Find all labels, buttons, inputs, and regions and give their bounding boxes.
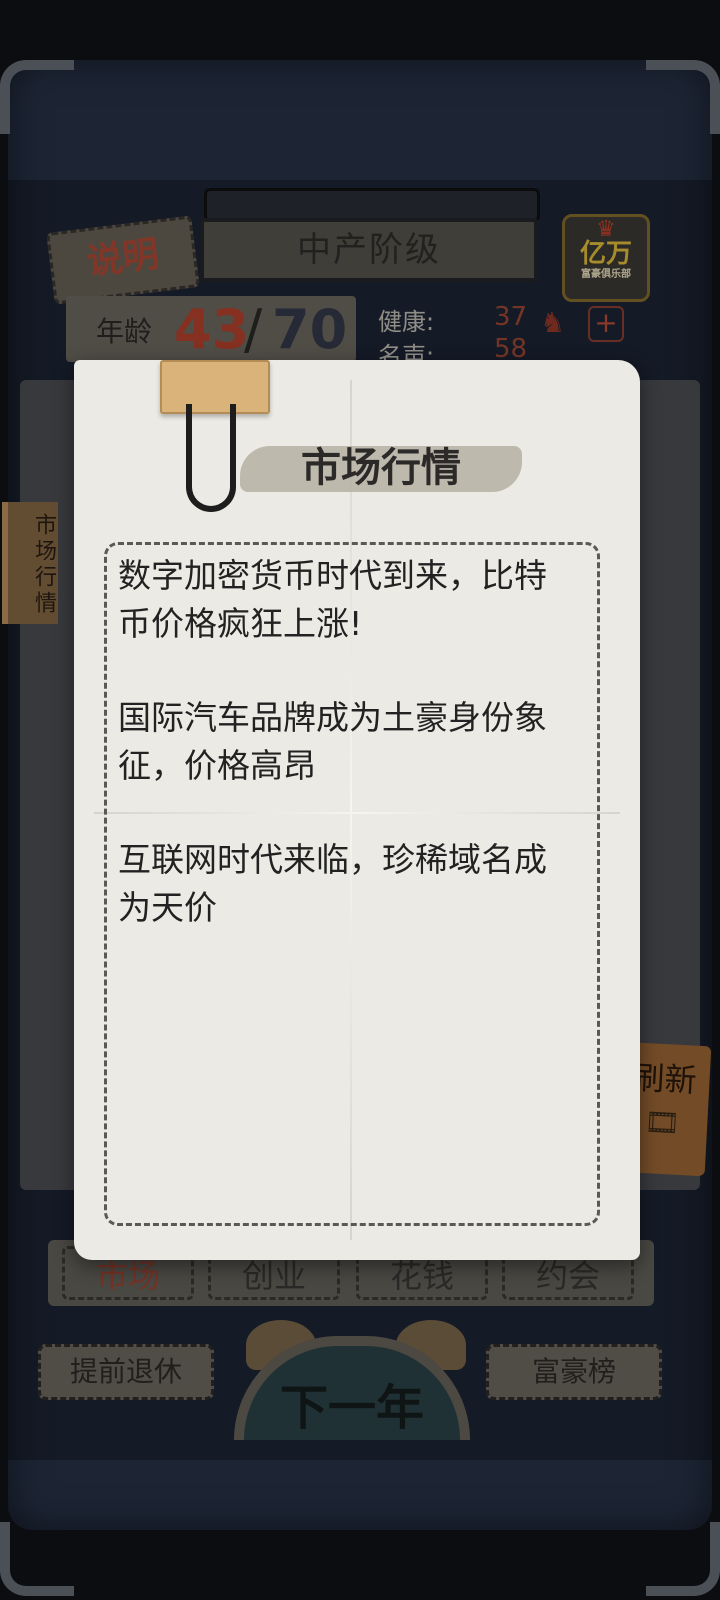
news-item: 互联网时代来临，珍稀域名成为天价 (118, 840, 547, 927)
binder-clip-icon (186, 404, 236, 512)
news-item: 国际汽车品牌成为土豪身份象征，价格高昂 (118, 698, 547, 785)
news-item: 数字加密货币时代到来，比特币价格疯狂上涨! (118, 556, 547, 643)
modal-title: 市场行情 (301, 445, 461, 491)
